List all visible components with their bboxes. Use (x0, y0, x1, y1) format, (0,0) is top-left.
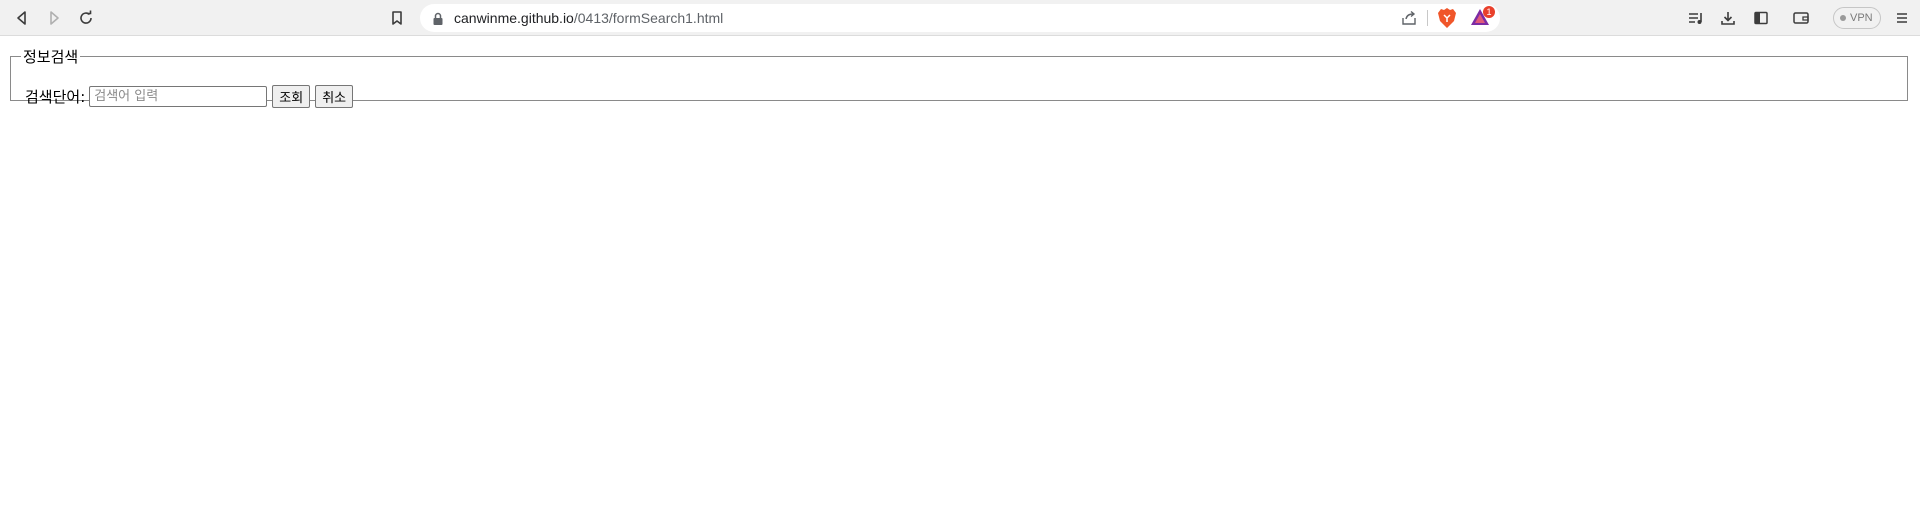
download-icon[interactable] (1716, 6, 1740, 30)
forward-arrow-icon[interactable] (42, 6, 66, 30)
search-row: 검색단어: 조회 취소 (25, 85, 354, 108)
vpn-status-dot (1840, 15, 1846, 21)
brave-shields-icon[interactable] (1437, 7, 1457, 33)
browser-toolbar: canwinme.github.io/0413/formSearch1.html… (0, 0, 1920, 36)
address-separator (1427, 10, 1428, 26)
lock-icon (432, 11, 444, 30)
reload-icon[interactable] (74, 6, 98, 30)
url-text[interactable]: canwinme.github.io/0413/formSearch1.html (454, 10, 723, 26)
url-path: /0413/formSearch1.html (573, 10, 724, 26)
url-host: canwinme.github.io (454, 10, 574, 26)
submit-button[interactable]: 조회 (272, 85, 311, 108)
rewards-badge: 1 (1483, 6, 1495, 18)
vpn-label: VPN (1850, 12, 1873, 24)
vpn-button[interactable]: VPN (1833, 7, 1881, 29)
menu-icon[interactable] (1890, 6, 1914, 30)
bookmark-icon[interactable] (385, 6, 409, 30)
search-label: 검색단어: (25, 88, 86, 106)
search-input[interactable] (89, 86, 268, 107)
wallet-icon[interactable] (1789, 6, 1813, 30)
playlist-icon[interactable] (1684, 6, 1708, 30)
back-arrow-icon[interactable] (10, 6, 34, 30)
page-content: 정보검색 검색단어: 조회 취소 (0, 37, 1920, 510)
address-bar[interactable]: canwinme.github.io/0413/formSearch1.html… (420, 4, 1500, 32)
fieldset-legend: 정보검색 (23, 48, 79, 66)
search-fieldset: 정보검색 검색단어: 조회 취소 (10, 46, 1908, 108)
sidebar-icon[interactable] (1749, 6, 1773, 30)
share-icon[interactable] (1400, 9, 1418, 31)
brave-rewards-icon[interactable]: 1 (1470, 6, 1495, 31)
reset-button[interactable]: 취소 (315, 85, 354, 108)
